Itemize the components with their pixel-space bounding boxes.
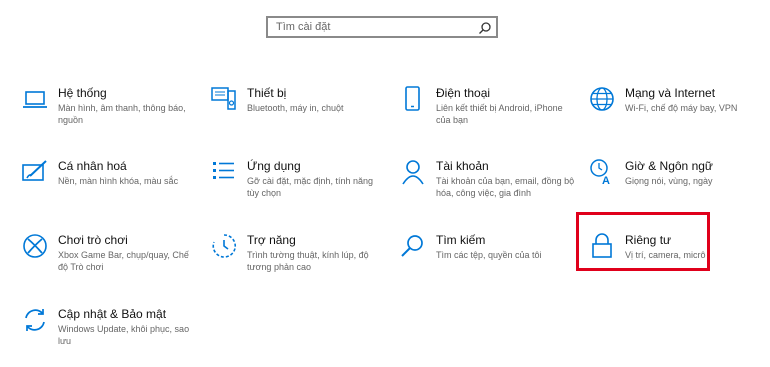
tile-description: Bluetooth, máy in, chuột <box>247 103 344 113</box>
tile-title: Chơi trò chơi <box>58 233 128 247</box>
tile-title: Cập nhật & Bảo mật <box>58 307 167 321</box>
search-icon[interactable] <box>478 21 492 35</box>
xbox-icon <box>23 234 47 258</box>
tile-system[interactable]: Hệ thống Màn hình, âm thanh, thông báo, … <box>22 86 192 146</box>
tile-network[interactable]: Mạng và Internet Wi-Fi, chế độ máy bay, … <box>589 86 759 146</box>
tile-title: Giờ & Ngôn ngữ <box>625 159 713 173</box>
tile-title: Hệ thống <box>58 86 107 100</box>
laptop-icon <box>23 91 47 108</box>
tile-phone[interactable]: Điện thoại Liên kết thiết bị Android, iP… <box>400 86 570 146</box>
tile-description: Trình tường thuật, kính lúp, độ tương ph… <box>247 250 369 272</box>
svg-text:A: A <box>602 175 610 185</box>
tile-title: Thiết bị <box>247 86 287 100</box>
tile-description: Windows Update, khôi phục, sao lưu <box>58 324 190 346</box>
tile-description: Tìm các tệp, quyền của tôi <box>436 250 542 260</box>
tile-title: Tìm kiếm <box>436 233 486 247</box>
search-box[interactable]: Tìm cài đặt <box>266 16 498 38</box>
tile-title: Ứng dụng <box>247 159 301 173</box>
tile-title: Tài khoản <box>436 159 489 173</box>
accessibility-icon <box>212 234 236 258</box>
tile-personalization[interactable]: Cá nhân hoá Nền, màn hình khóa, màu sắc <box>22 159 192 219</box>
tile-gaming[interactable]: Chơi trò chơi Xbox Game Bar, chụp/quay, … <box>22 233 192 293</box>
tile-apps[interactable]: Ứng dụng Gỡ cài đặt, mặc định, tính năng… <box>211 159 381 219</box>
update-icon <box>25 309 45 331</box>
tile-description: Liên kết thiết bị Android, iPhone của bạ… <box>436 103 563 125</box>
devices-icon <box>211 87 236 110</box>
globe-icon <box>590 87 614 111</box>
highlight-box <box>576 212 710 271</box>
person-icon <box>402 160 424 185</box>
search-placeholder: Tìm cài đặt <box>276 21 331 33</box>
tile-title: Điện thoại <box>436 86 491 100</box>
apps-icon <box>213 162 234 179</box>
personalization-icon <box>22 160 47 181</box>
tile-description: Xbox Game Bar, chụp/quay, Chế độ Trò chơ… <box>58 250 189 272</box>
time-language-icon: A <box>590 159 610 185</box>
tile-devices[interactable]: Thiết bị Bluetooth, máy in, chuột <box>211 86 381 146</box>
tile-description: Màn hình, âm thanh, thông báo, nguồn <box>58 103 186 125</box>
tile-description: Wi-Fi, chế độ máy bay, VPN <box>625 103 738 113</box>
tile-description: Nền, màn hình khóa, màu sắc <box>58 176 179 186</box>
tile-accounts[interactable]: Tài khoản Tài khoản của bạn, email, đồng… <box>400 159 574 219</box>
tile-description: Tài khoản của bạn, email, đồng bộ hóa, c… <box>436 176 575 198</box>
tile-title: Mạng và Internet <box>625 86 716 100</box>
tile-description: Giọng nói, vùng, ngày <box>625 176 713 186</box>
tile-ease-of-access[interactable]: Trợ năng Trình tường thuật, kính lúp, độ… <box>211 233 381 293</box>
phone-icon <box>405 86 420 111</box>
tile-description: Gỡ cài đặt, mặc định, tính năng tùy chọn <box>247 176 373 198</box>
tile-update-security[interactable]: Cập nhật & Bảo mật Windows Update, khôi … <box>22 307 192 367</box>
search-icon <box>401 235 423 257</box>
tile-title: Cá nhân hoá <box>58 159 127 173</box>
tile-title: Trợ năng <box>247 233 296 247</box>
tile-time-language[interactable]: A Giờ & Ngôn ngữ Giọng nói, vùng, ngày <box>589 159 759 219</box>
tile-search[interactable]: Tìm kiếm Tìm các tệp, quyền của tôi <box>400 233 570 293</box>
